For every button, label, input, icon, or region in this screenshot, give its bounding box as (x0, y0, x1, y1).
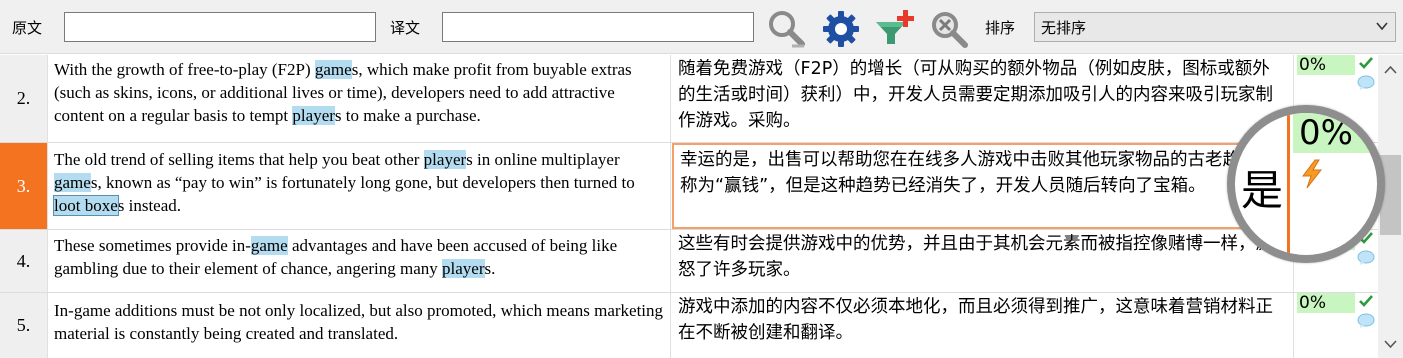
segment-number: 5. (0, 293, 48, 358)
segment-row[interactable]: 2. With the growth of free-to-play (F2P)… (0, 55, 1378, 143)
term-highlight: game (250, 236, 288, 255)
term-highlight: player (442, 259, 485, 278)
target-search-input[interactable] (442, 12, 754, 42)
settings-gear-icon[interactable] (820, 8, 862, 50)
lightning-bolt-icon (1302, 159, 1323, 189)
source-text: These sometimes provide in-game advantag… (48, 230, 671, 292)
add-filter-icon[interactable] (874, 8, 916, 50)
chevron-down-icon (1376, 22, 1388, 31)
sort-label: 排序 (985, 19, 1016, 37)
segment-status: 0% (1295, 293, 1378, 358)
source-label: 原文 (12, 19, 43, 37)
clear-search-icon[interactable] (928, 8, 970, 50)
vertical-scrollbar[interactable] (1378, 55, 1403, 358)
segment-number: 4. (0, 230, 48, 292)
scroll-down-arrow-icon[interactable] (1384, 339, 1397, 349)
target-text[interactable]: 这些有时会提供游戏中的优势，并且由于其机会元素而被指控像赌博一样，激怒了许多玩家… (672, 230, 1294, 292)
target-text[interactable]: 游戏中添加的内容不仅必须本地化，而且必须得到推广，这意味着营销材料正在不断被创建… (672, 293, 1294, 358)
source-search-input[interactable] (64, 12, 376, 42)
search-toolbar: 原文 译文 排序 无排序 (0, 0, 1403, 54)
magnified-active-border (1287, 113, 1290, 255)
term-highlight-selected: loot boxe (53, 195, 119, 216)
zoom-magnifier-overlay: 0% 是 (1227, 105, 1385, 263)
term-highlight: player (423, 150, 467, 169)
sort-selected-value: 无排序 (1041, 19, 1087, 37)
source-text: In-game additions must be not only local… (48, 293, 671, 358)
sort-dropdown[interactable]: 无排序 (1034, 12, 1396, 42)
term-highlight: player (292, 106, 335, 125)
source-text: The old trend of selling items that help… (48, 143, 671, 229)
segment-row[interactable]: 5. In-game additions must be not only lo… (0, 293, 1378, 358)
comment-bubble-icon[interactable] (1357, 75, 1375, 91)
segment-number: 2. (0, 55, 48, 142)
target-label: 译文 (390, 19, 421, 37)
search-options-icon[interactable] (766, 8, 808, 50)
source-text: With the growth of free-to-play (F2P) ga… (48, 55, 671, 142)
magnified-character: 是 (1241, 166, 1284, 215)
target-editor[interactable]: 幸运的是，出售可以帮助您在在线多人游戏中击败其他玩家物品的古老趋势被称为“赢钱”… (672, 143, 1294, 229)
term-highlight: game (314, 60, 352, 79)
magnified-match-percent: 0% (1293, 113, 1377, 153)
comment-bubble-icon[interactable] (1357, 313, 1375, 329)
comment-bubble-icon[interactable] (1357, 250, 1375, 266)
segment-row[interactable]: 4. These sometimes provide in-game advan… (0, 230, 1378, 293)
segment-grid: 2. With the growth of free-to-play (F2P)… (0, 55, 1378, 358)
confirmed-check-icon (1359, 57, 1373, 69)
term-highlight: game (54, 173, 91, 192)
target-text[interactable]: 随着免费游戏（F2P）的增长（可从购买的额外物品（例如皮肤，图标或额外的生活或时… (672, 55, 1294, 142)
confirmed-check-icon (1359, 295, 1373, 307)
scroll-up-arrow-icon[interactable] (1384, 65, 1397, 75)
segment-number: 3. (0, 143, 48, 229)
segment-row-active[interactable]: 3. The old trend of selling items that h… (0, 143, 1378, 230)
match-percent: 0% (1297, 293, 1355, 313)
match-percent: 0% (1297, 55, 1355, 75)
